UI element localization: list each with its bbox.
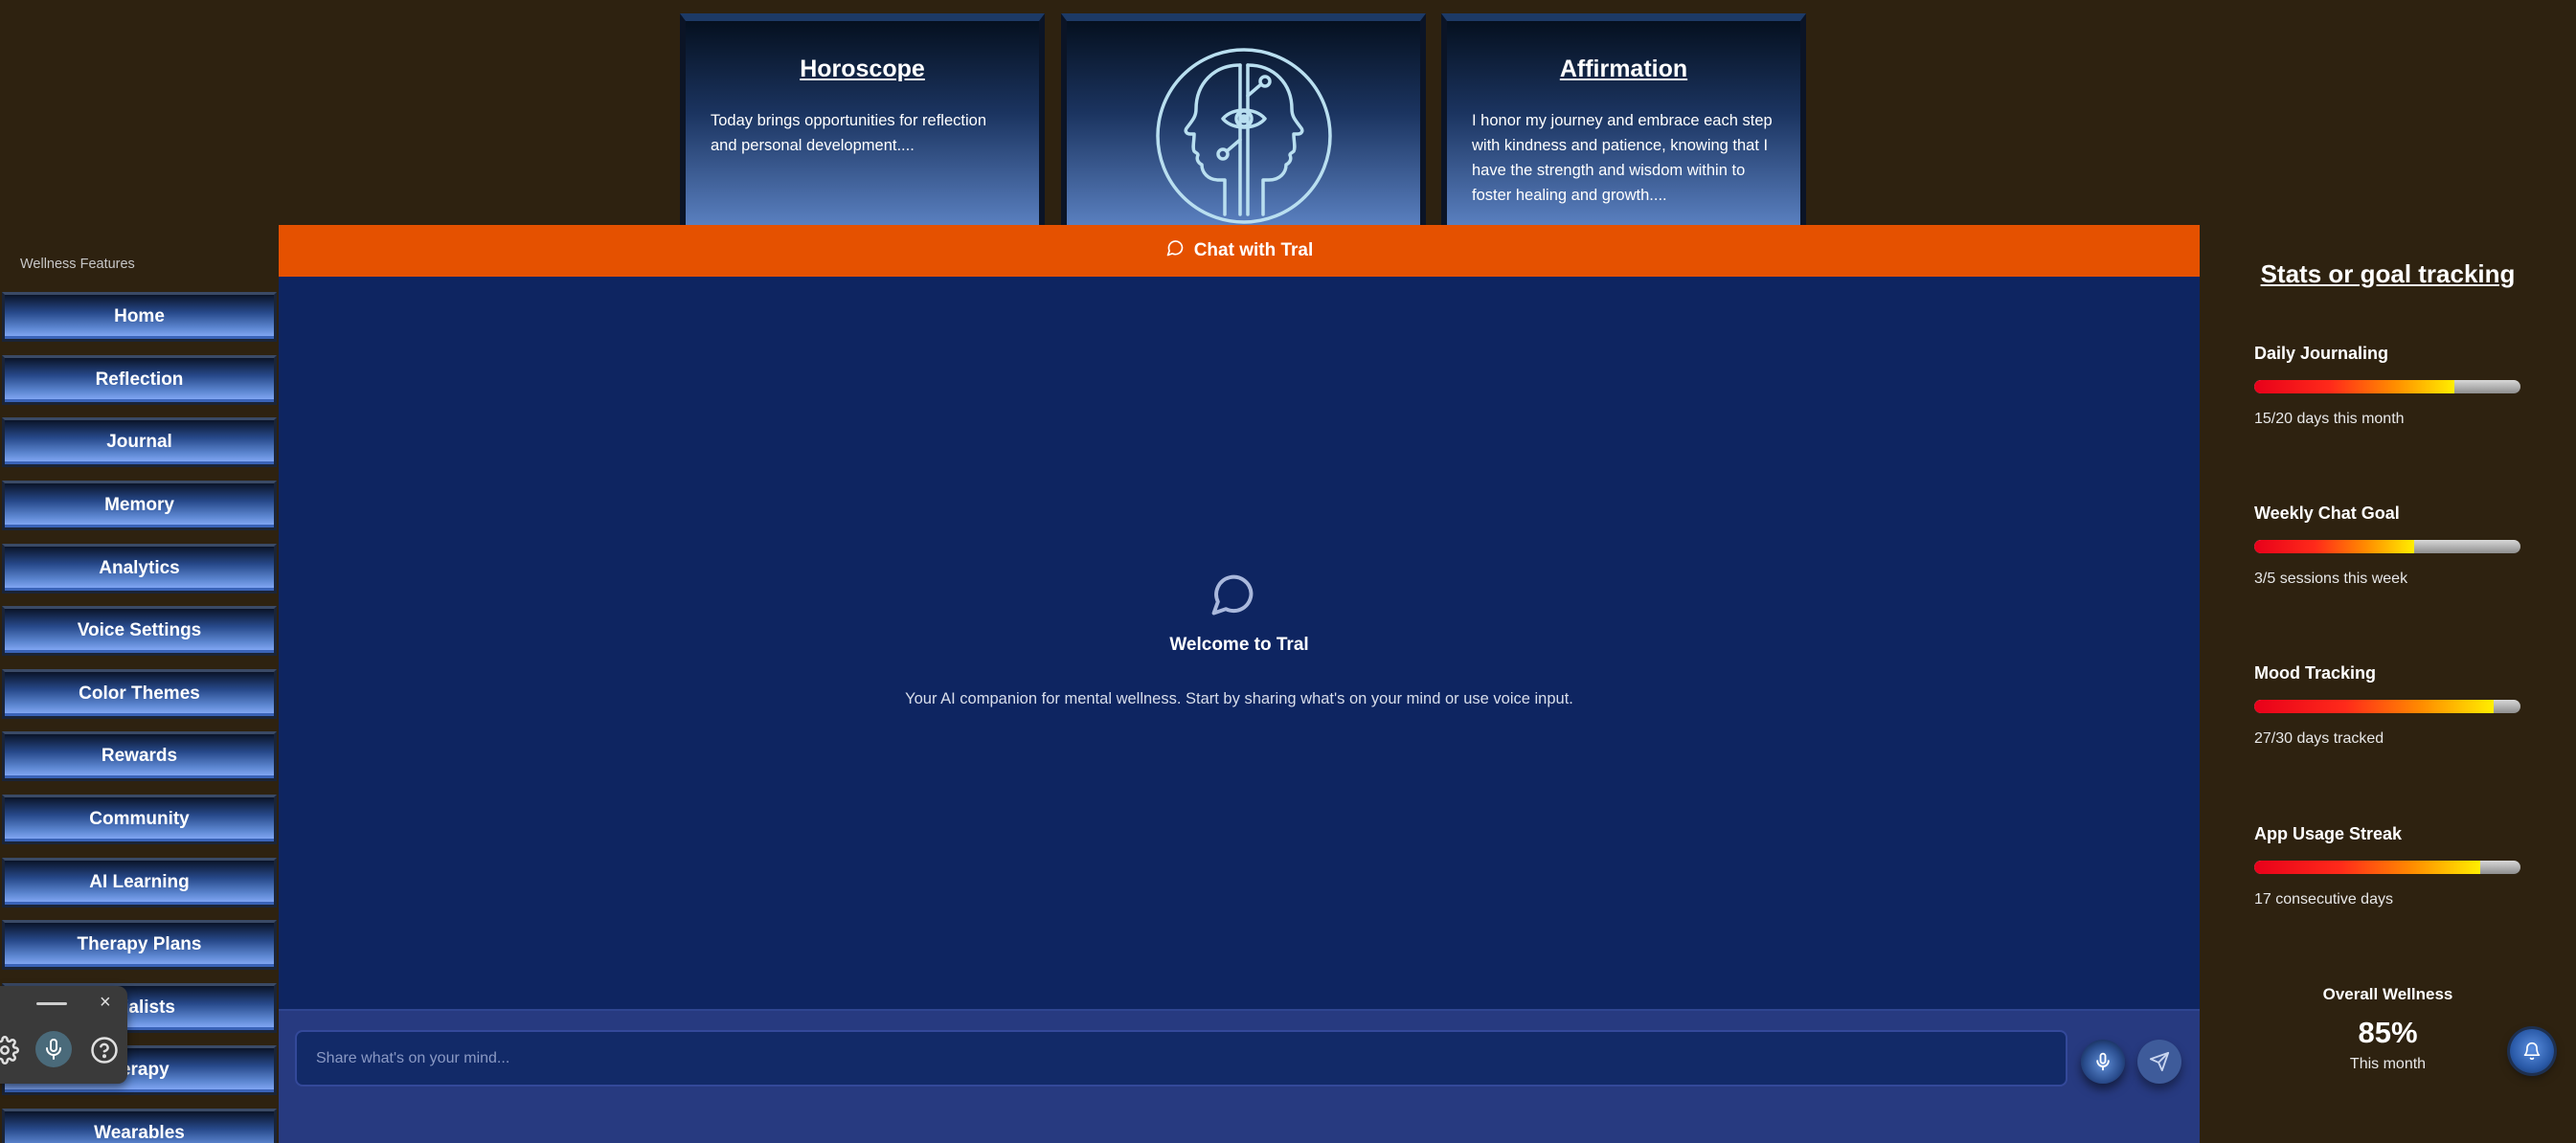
chat-header-label: Chat with Tral (1193, 240, 1314, 260)
sidebar-item-journal[interactable]: Journal (2, 417, 277, 467)
sidebar-item-memory[interactable]: Memory (2, 481, 277, 530)
horoscope-title: Horoscope (800, 56, 925, 82)
stat-label: Weekly Chat Goal (2254, 504, 2400, 523)
progress-fill (2254, 540, 2414, 553)
affirmation-title: Affirmation (1559, 56, 1688, 82)
send-button[interactable] (2137, 1040, 2181, 1084)
welcome-title: Welcome to Tral (1169, 635, 1309, 655)
chat-messages-area: Welcome to Tral Your AI companion for me… (279, 277, 2200, 1009)
progress-fill (2254, 700, 2495, 713)
stat-label: App Usage Streak (2254, 824, 2403, 843)
sidebar-item-home[interactable]: Home (2, 292, 277, 342)
stat-label: Daily Journaling (2254, 344, 2389, 363)
progress-fill (2254, 861, 2481, 874)
stat-detail: 17 consecutive days (2254, 891, 2393, 908)
stats-title: Stats or goal tracking (2260, 259, 2516, 288)
stat-detail: 3/5 sessions this week (2254, 571, 2408, 587)
stat-weekly-chat-goal: Weekly Chat Goal 3/5 sessions this week (2254, 504, 2522, 588)
sidebar-item-community[interactable]: Community (2, 795, 277, 844)
chat-panel: Chat with Tral Welcome to Tral Your AI c… (279, 225, 2200, 1143)
floating-voice-toolbar: × (0, 986, 127, 1084)
sidebar-item-rewards[interactable]: Rewards (2, 731, 277, 781)
microphone-icon[interactable] (35, 1031, 72, 1067)
affirmation-card: Affirmation I honor my journey and embra… (1441, 13, 1806, 226)
stat-app-usage-streak: App Usage Streak 17 consecutive days (2254, 824, 2522, 908)
sidebar-item-reflection[interactable]: Reflection (2, 355, 277, 405)
notifications-button[interactable] (2510, 1029, 2554, 1073)
dual-head-mind-eye-icon (1154, 46, 1334, 226)
drag-handle[interactable] (36, 1002, 67, 1005)
chat-bubble-icon (1165, 238, 1185, 263)
chat-input-bar (279, 1009, 2200, 1143)
progress-bar (2254, 700, 2520, 713)
progress-fill (2254, 380, 2454, 393)
stat-detail: 27/30 days tracked (2254, 730, 2384, 747)
stat-label: Mood Tracking (2254, 663, 2377, 683)
sidebar-item-ai-learning[interactable]: AI Learning (2, 858, 277, 908)
progress-bar (2254, 540, 2520, 553)
sidebar-heading: Wellness Features (20, 257, 135, 272)
progress-bar (2254, 861, 2520, 874)
chat-bubble-icon (1208, 570, 1257, 619)
microphone-icon (2096, 1052, 2110, 1071)
bell-icon (2523, 1042, 2541, 1061)
sidebar-item-voice-settings[interactable]: Voice Settings (2, 606, 277, 656)
stat-daily-journaling: Daily Journaling 15/20 days this month (2254, 344, 2522, 428)
affirmation-text: I honor my journey and embrace each step… (1472, 112, 1773, 204)
voice-input-button[interactable] (2081, 1040, 2125, 1084)
sidebar-item-wearables[interactable]: Wearables (2, 1109, 277, 1143)
send-icon (2149, 1051, 2170, 1072)
horoscope-card: Horoscope Today brings opportunities for… (680, 13, 1045, 226)
progress-bar (2254, 380, 2520, 393)
stats-panel: Stats or goal tracking Daily Journaling … (2200, 225, 2576, 1143)
stat-mood-tracking: Mood Tracking 27/30 days tracked (2254, 663, 2522, 748)
welcome-subtitle: Your AI companion for mental wellness. S… (905, 690, 1573, 707)
gear-icon[interactable] (0, 1036, 19, 1065)
sidebar-item-therapy-plans[interactable]: Therapy Plans (2, 920, 277, 970)
chat-header[interactable]: Chat with Tral (279, 225, 2200, 277)
horoscope-text: Today brings opportunities for reflectio… (711, 112, 986, 154)
close-icon[interactable]: × (100, 992, 111, 1014)
chat-message-input[interactable] (295, 1030, 2068, 1087)
overall-label: Overall Wellness (2322, 985, 2453, 1003)
logo-card (1061, 13, 1426, 226)
sidebar-item-analytics[interactable]: Analytics (2, 544, 277, 594)
help-icon[interactable] (90, 1036, 119, 1065)
stat-detail: 15/20 days this month (2254, 411, 2405, 427)
sidebar-item-color-themes[interactable]: Color Themes (2, 669, 277, 719)
